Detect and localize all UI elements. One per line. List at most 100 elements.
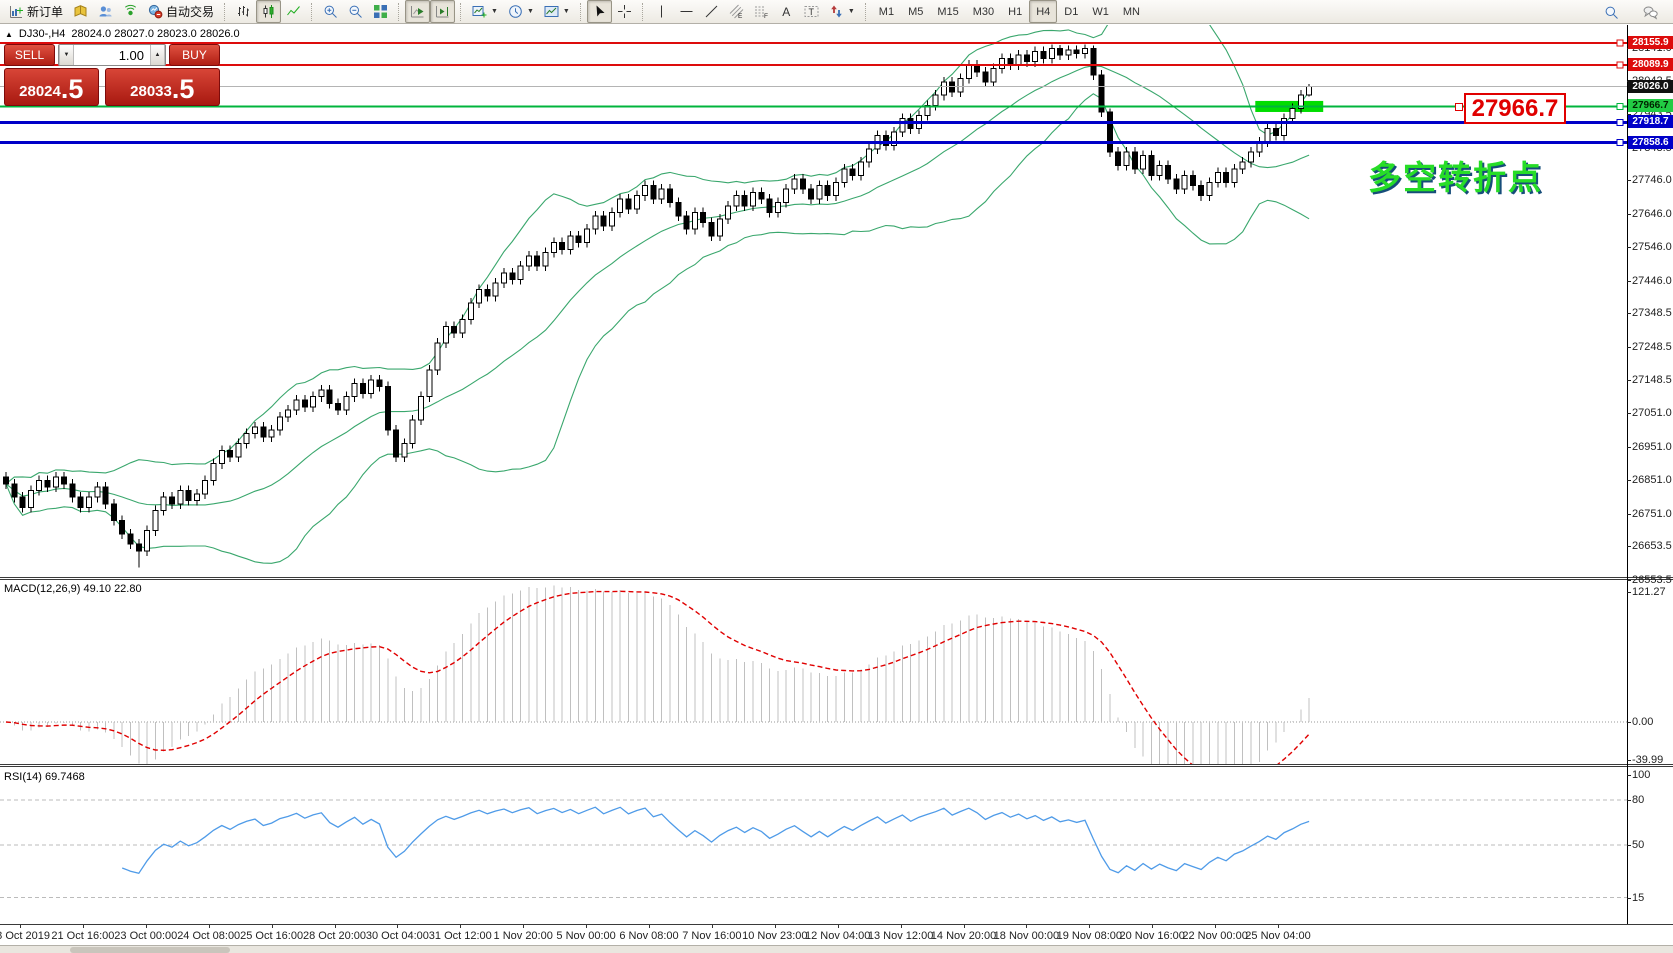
chart-window: 28141.028042.527943.527843.527746.027646… [0, 25, 1673, 945]
new-order-button[interactable]: 新订单 [4, 0, 68, 23]
auto-trading-button[interactable]: 自动交易 [143, 0, 219, 23]
text-a-icon: A [779, 4, 794, 19]
time-tick-mark [1215, 925, 1216, 928]
candlestick-chart-button[interactable] [256, 0, 281, 23]
horizontal-line-tool[interactable] [674, 0, 699, 23]
search-button[interactable] [1599, 1, 1624, 24]
community-icon [98, 4, 113, 19]
price-tick-label: 80 [1632, 794, 1644, 806]
trendline-icon [704, 4, 719, 19]
time-axis-label: 10 Nov 23:00 [742, 930, 807, 942]
line-chart-button[interactable] [281, 0, 306, 23]
tile-windows-button[interactable] [368, 0, 393, 23]
price-tick-label: 15 [1632, 892, 1644, 904]
toolbar: 新订单自动交易▼▼▼EFAT▼M1M5M15M30H1H4D1W1MN [0, 0, 1673, 24]
zoom-out-button[interactable] [343, 0, 368, 23]
auto-scroll-button[interactable] [405, 0, 430, 23]
time-axis: 18 Oct 201921 Oct 16:0023 Oct 00:0024 Oc… [0, 924, 1673, 946]
panel-separator[interactable] [0, 577, 1673, 580]
fibonacci-tool[interactable]: F [749, 0, 774, 23]
toolbar-separator [224, 3, 226, 21]
time-tick-mark [901, 925, 902, 928]
crosshair-tool-button[interactable] [612, 0, 637, 23]
timeframe-mn[interactable]: MN [1116, 0, 1147, 23]
timeframe-m1[interactable]: M1 [872, 0, 901, 23]
bar-chart-button[interactable] [231, 0, 256, 23]
price-tick-label: 27446.0 [1632, 275, 1672, 287]
timeframe-w1[interactable]: W1 [1085, 0, 1116, 23]
panel-separator[interactable] [0, 764, 1673, 767]
time-axis-label: 24 Oct 08:00 [177, 930, 240, 942]
time-axis-label: 20 Nov 16:00 [1119, 930, 1184, 942]
time-axis-label: 23 Oct 00:00 [114, 930, 177, 942]
history-center-button[interactable] [68, 0, 93, 23]
new-chart-button[interactable]: ▼ [467, 0, 503, 23]
price-tag: 28089.9 [1628, 58, 1673, 71]
cursor-tool-button[interactable] [587, 0, 612, 23]
template-icon [544, 4, 559, 19]
arrow-tools-button[interactable]: ▼ [824, 0, 860, 23]
time-tick-mark [649, 925, 650, 928]
timeframe-m30[interactable]: M30 [966, 0, 1001, 23]
axis-tick-mark [1627, 514, 1631, 515]
chat-button[interactable] [1638, 1, 1663, 24]
trend-line-tool[interactable] [699, 0, 724, 23]
dropdown-caret-icon: ▼ [527, 8, 534, 15]
vertical-line-tool[interactable] [649, 0, 674, 23]
period-selector-button[interactable]: ▼ [503, 0, 539, 23]
timeframe-m5[interactable]: M5 [901, 0, 930, 23]
template-selector-button[interactable]: ▼ [539, 0, 575, 23]
buy-button[interactable]: BUY [169, 44, 220, 66]
price-tag: 27966.7 [1628, 99, 1673, 112]
time-tick-mark [1026, 925, 1027, 928]
bid-main: 28024 [19, 82, 61, 102]
time-tick-mark [1278, 925, 1279, 928]
zoom-in-button[interactable] [318, 0, 343, 23]
vline-icon [654, 4, 669, 19]
text-tool[interactable]: A [774, 0, 799, 23]
horizontal-scrollbar[interactable] [70, 947, 230, 953]
chart-annotation-text[interactable]: 多空转折点 [1368, 151, 1543, 199]
community-button[interactable] [93, 0, 118, 23]
volume-input[interactable] [74, 45, 150, 65]
time-tick-mark [586, 925, 587, 928]
timeframe-d1[interactable]: D1 [1057, 0, 1085, 23]
time-axis-label: 21 Oct 16:00 [51, 930, 114, 942]
time-tick-mark [775, 925, 776, 928]
volume-decrease-button[interactable]: ▼ [59, 45, 74, 65]
chart-shift-button[interactable] [430, 0, 455, 23]
price-tick-label: -39.99 [1632, 754, 1663, 766]
axis-tick-mark [1627, 413, 1631, 414]
chart-title: DJ30-,H4 [19, 28, 65, 40]
arrows-icon [829, 4, 844, 19]
ask-price[interactable]: 28033.5 [105, 68, 220, 106]
candlestick-chart [0, 25, 1627, 580]
sell-button[interactable]: SELL [4, 44, 55, 66]
svg-text:E: E [738, 13, 743, 19]
timeframe-h1[interactable]: H1 [1001, 0, 1029, 23]
time-tick-mark [1152, 925, 1153, 928]
dropdown-caret-icon: ▼ [563, 8, 570, 15]
time-tick-mark [397, 925, 398, 928]
toolbar-button-label: M30 [973, 6, 994, 18]
volume-increase-button[interactable]: ▲ [150, 45, 165, 65]
callout-anchor-handle[interactable] [1455, 103, 1463, 111]
bid-price[interactable]: 28024.5 [4, 68, 99, 106]
line-chart-icon [286, 4, 301, 19]
toolbar-button-label: 自动交易 [166, 3, 214, 20]
price-callout-box[interactable]: 27966.7 [1464, 93, 1566, 124]
search-icon [1604, 5, 1619, 20]
time-tick-mark [523, 925, 524, 928]
timeframe-h4[interactable]: H4 [1029, 0, 1057, 23]
signals-button[interactable] [118, 0, 143, 23]
collapse-trade-panel-icon[interactable]: ▲ [5, 30, 13, 39]
text-label-tool[interactable]: T [799, 0, 824, 23]
bar-chart-icon [236, 4, 251, 19]
timeframe-m15[interactable]: M15 [930, 0, 965, 23]
axis-tick-mark [1627, 347, 1631, 348]
axis-tick-mark [1627, 214, 1631, 215]
equidistant-channel-tool[interactable]: E [724, 0, 749, 23]
time-axis-label: 1 Nov 20:00 [494, 930, 553, 942]
macd-histogram [6, 586, 1309, 766]
line-end-handle [1617, 140, 1623, 146]
